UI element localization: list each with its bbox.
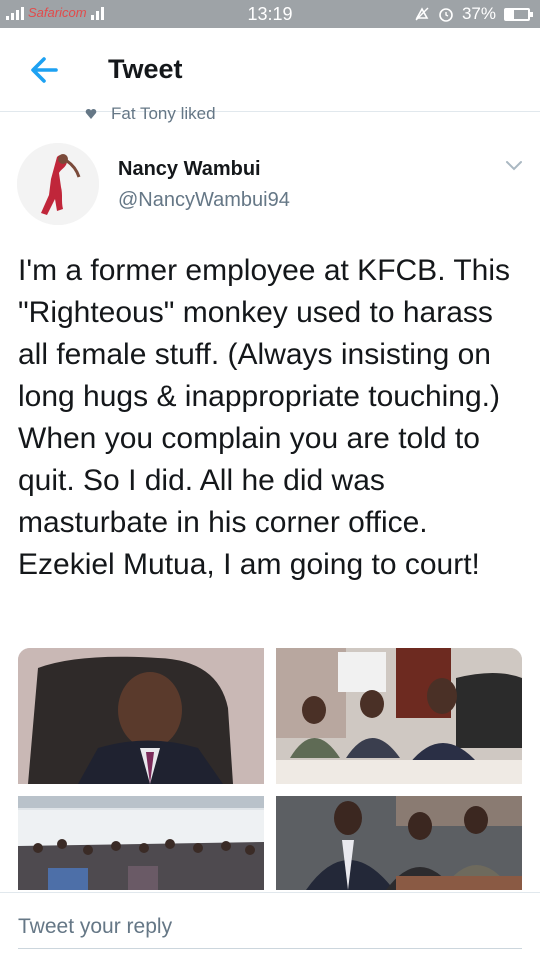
avatar[interactable]	[17, 143, 99, 225]
battery-percent: 37%	[461, 4, 496, 23]
social-context-text: Fat Tony liked	[111, 104, 216, 123]
header: Tweet	[0, 28, 540, 112]
tweet-photo-4[interactable]	[276, 796, 522, 890]
tweet-photo-1[interactable]	[18, 648, 264, 784]
battery-fill	[506, 9, 515, 19]
tweet-photo-2[interactable]	[276, 648, 522, 784]
photo-3-image	[18, 796, 264, 890]
notification-icon	[415, 7, 429, 21]
battery-icon	[504, 7, 533, 21]
photo-4-image	[276, 796, 522, 890]
heart-icon	[85, 108, 97, 119]
media-grid	[18, 648, 522, 890]
arrow-left-icon[interactable]	[26, 50, 66, 90]
chevron-down-icon[interactable]	[505, 158, 523, 172]
photo-1-image	[18, 648, 264, 784]
alarm-icon	[439, 8, 453, 22]
author-name[interactable]: Nancy Wambui	[118, 158, 261, 181]
status-bar: Safaricom 13:19 37%	[0, 0, 540, 28]
photo-2-image	[276, 648, 522, 784]
tweet-photo-3[interactable]	[18, 796, 264, 890]
reply-input[interactable]	[18, 910, 522, 944]
author-handle[interactable]: @NancyWambui94	[118, 189, 290, 212]
reply-underline	[18, 948, 522, 949]
reply-divider	[0, 892, 540, 893]
avatar-image	[17, 143, 99, 225]
tweet-text: I'm a former employee at KFCB. This "Rig…	[18, 254, 510, 581]
social-context[interactable]: Fat Tony liked	[85, 104, 216, 124]
status-right: 37%	[414, 4, 533, 24]
page-title: Tweet	[108, 54, 183, 84]
